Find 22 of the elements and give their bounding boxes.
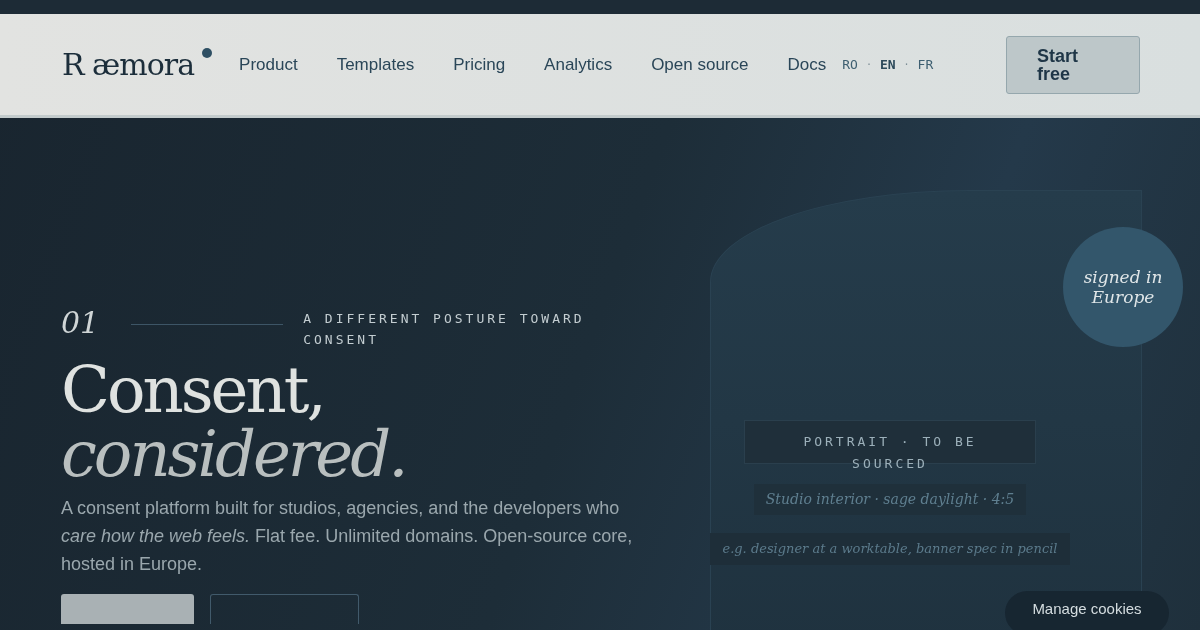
language-link[interactable]: EN	[879, 54, 896, 75]
secondary-button[interactable]	[210, 594, 359, 624]
nav-link[interactable]: Pricing	[453, 51, 506, 78]
nav-link[interactable]: Docs	[787, 51, 827, 78]
section-number: 01	[61, 304, 100, 342]
manage-cookies-button[interactable]: Manage cookies	[1005, 591, 1169, 630]
nav-link[interactable]: Product	[239, 51, 298, 78]
nav-link[interactable]: Open source	[651, 51, 749, 78]
placeholder-note: e.g. designer at a worktable, banner spec in pencil	[710, 533, 1070, 565]
language-link[interactable]: RO	[842, 54, 858, 75]
hero-heading-italic: considered.	[61, 422, 406, 486]
brand-logo[interactable]: R æmora	[62, 42, 213, 87]
hero-paragraph: A consent platform built for studios, agencies, and the developers who care how the web feels. Flat fee. Unlimited domains. Open-source core, hosted in Europe.	[61, 497, 634, 576]
eyebrow-text: A DIFFERENT POSTURE TOWARD CONSENT	[303, 310, 586, 349]
language-link[interactable]: FR	[917, 54, 934, 75]
hero-heading: Consent,	[61, 358, 324, 422]
nav-link[interactable]: Analytics	[544, 51, 613, 78]
separator-dot: ·	[865, 58, 872, 72]
separator-dot: ·	[903, 58, 910, 72]
placeholder-caption: Studio interior · sage daylight · 4:5	[753, 484, 1027, 515]
nav-link[interactable]: Templates	[336, 51, 415, 78]
start-free-button[interactable]: Start free	[1006, 35, 1140, 94]
